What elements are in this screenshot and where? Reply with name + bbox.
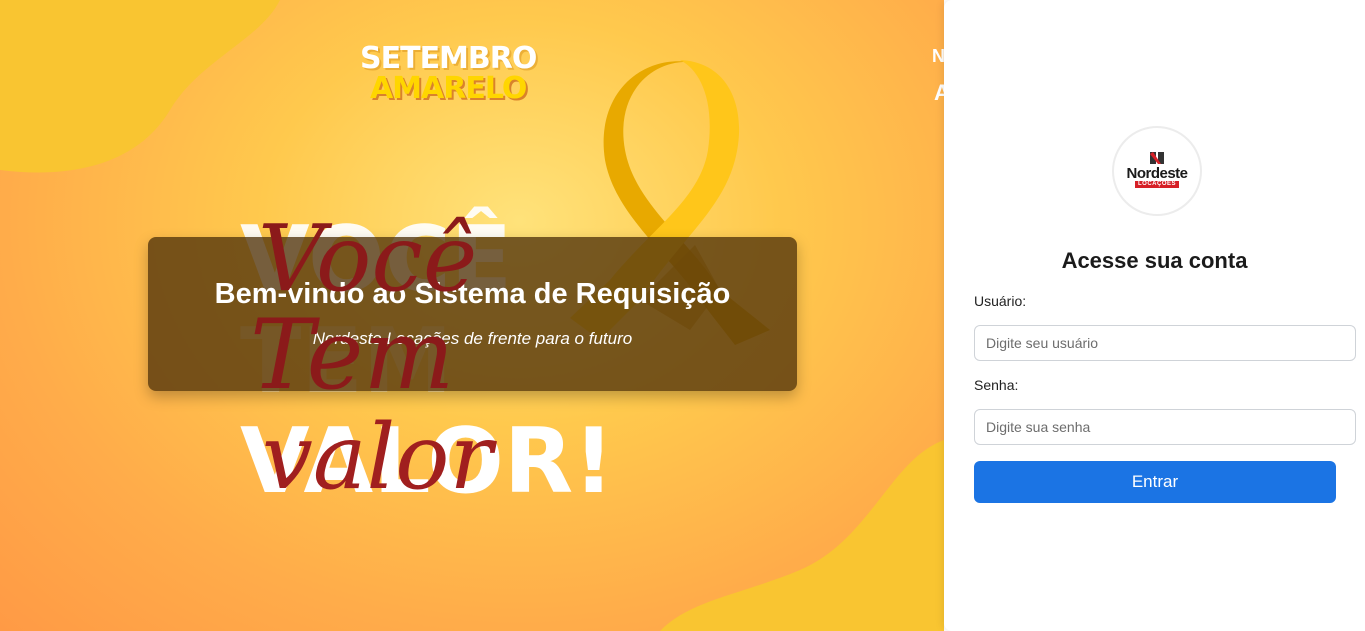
svg-text:N: N (932, 46, 944, 66)
campaign-line1: SETEMBRO (360, 41, 537, 76)
password-label: Senha: (974, 377, 1019, 393)
login-heading: Acesse sua conta (1061, 248, 1248, 273)
hero-background: VOCÊ TEM VALOR! N A SETEMBRO AMARELO Bem… (0, 0, 944, 631)
logo-subtitle: LOCAÇÕES (1134, 181, 1179, 188)
welcome-title: Bem-vindo ao Sistema de Requisição (214, 278, 731, 310)
welcome-subtitle: Nordeste Locações de frente para o futur… (312, 329, 633, 348)
poster-word-valor: VALOR! (240, 409, 614, 514)
svg-text:A: A (934, 80, 944, 105)
company-logo: Nordeste LOCAÇÕES (1112, 126, 1202, 216)
campaign-line2: AMARELO (369, 71, 527, 106)
logo-name: Nordeste (1126, 165, 1188, 182)
password-input[interactable] (974, 409, 1356, 445)
nordeste-mark-icon (1150, 152, 1164, 164)
username-input[interactable] (974, 325, 1356, 361)
username-label: Usuário: (974, 293, 1027, 309)
campaign-logo: SETEMBRO AMARELO (360, 41, 537, 106)
login-submit-button[interactable]: Entrar (974, 461, 1336, 503)
welcome-banner: Bem-vindo ao Sistema de Requisição Norde… (148, 237, 797, 391)
login-panel: Nordeste LOCAÇÕES Acesse sua conta Usuár… (944, 0, 1365, 631)
